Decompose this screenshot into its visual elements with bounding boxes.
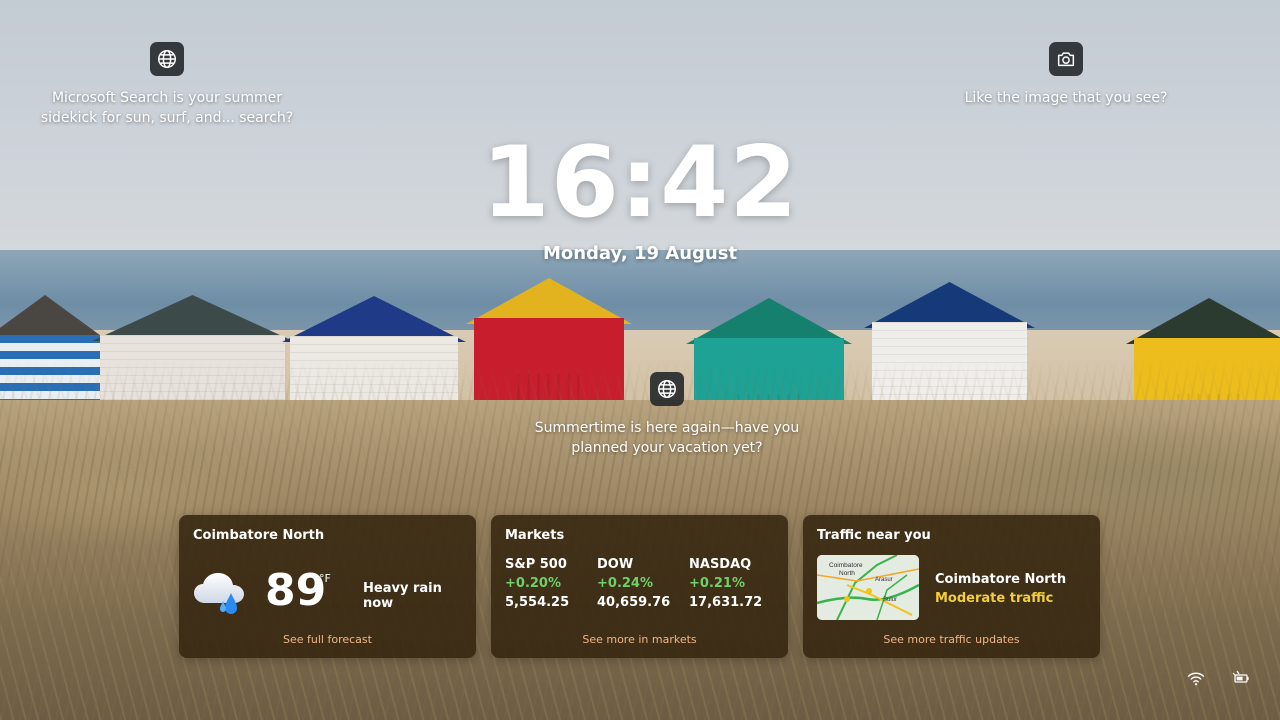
market-item-sp500[interactable]: S&P 500 +0.20% 5,554.25 xyxy=(505,555,569,612)
globe-icon[interactable] xyxy=(150,42,184,76)
wifi-icon[interactable] xyxy=(1187,670,1205,686)
map-label: North xyxy=(839,570,855,577)
spotlight-tip-center-line2: planned your vacation yet? xyxy=(571,440,763,456)
lock-screen-time: 16:42 xyxy=(481,126,799,240)
market-change: +0.21% xyxy=(689,576,745,591)
map-label: Sulur xyxy=(883,597,897,603)
markets-title: Markets xyxy=(505,528,565,543)
weather-card[interactable]: Coimbatore North 89 °F Heavy rain now Se… xyxy=(179,515,476,658)
traffic-location: Coimbatore North xyxy=(935,572,1067,587)
market-value: 5,554.25 xyxy=(505,595,570,610)
spotlight-tip-right[interactable]: Like the image that you see? xyxy=(960,88,1172,108)
see-more-traffic-link[interactable]: See more traffic updates xyxy=(803,633,1100,646)
spotlight-tip-center-line1: Summertime is here again—have you xyxy=(534,420,800,436)
lock-screen-date: Monday, 19 August xyxy=(542,243,738,264)
spotlight-tip-left-line1: Microsoft Search is your summer xyxy=(51,90,283,106)
market-change: +0.24% xyxy=(597,576,653,591)
spotlight-tip-center[interactable]: Summertime is here again—have you planne… xyxy=(520,418,814,458)
market-name: S&P 500 xyxy=(505,557,567,572)
traffic-map-roads: Coimbatore North Arasur Sulur xyxy=(817,555,919,620)
see-more-markets-link[interactable]: See more in markets xyxy=(491,633,788,646)
spotlight-tip-left[interactable]: Microsoft Search is your summer sidekick… xyxy=(30,88,304,128)
spotlight-tip-left-line2: sidekick for sun, surf, and... search? xyxy=(40,110,294,126)
market-value: 17,631.72 xyxy=(689,595,763,610)
market-name: DOW xyxy=(597,557,634,572)
weather-condition: Heavy rain now xyxy=(363,581,442,611)
market-item-nasdaq[interactable]: NASDAQ +0.21% 17,631.72 xyxy=(689,555,762,612)
traffic-status: Moderate traffic xyxy=(935,591,1054,606)
markets-card[interactable]: Markets S&P 500 +0.20% 5,554.25 DOW +0.2… xyxy=(491,515,788,658)
traffic-map[interactable]: Coimbatore North Arasur Sulur xyxy=(817,555,919,620)
weather-temperature: 89 xyxy=(265,565,327,616)
weather-unit: °F xyxy=(319,572,331,585)
weather-location: Coimbatore North xyxy=(193,528,325,543)
globe-icon[interactable] xyxy=(650,372,684,406)
market-change: +0.20% xyxy=(505,576,561,591)
traffic-title: Traffic near you xyxy=(817,528,931,543)
power-plug-icon[interactable] xyxy=(1232,670,1250,686)
market-value: 40,659.76 xyxy=(597,595,671,610)
camera-icon[interactable] xyxy=(1049,42,1083,76)
traffic-card[interactable]: Traffic near you Coimbatore North Arasur… xyxy=(803,515,1100,658)
market-item-dow[interactable]: DOW +0.24% 40,659.76 xyxy=(597,555,670,612)
map-label: Coimbatore xyxy=(829,562,863,569)
rain-cloud-icon xyxy=(194,573,244,614)
map-label: Arasur xyxy=(875,577,893,583)
market-name: NASDAQ xyxy=(689,557,752,572)
see-full-forecast-link[interactable]: See full forecast xyxy=(179,633,476,646)
